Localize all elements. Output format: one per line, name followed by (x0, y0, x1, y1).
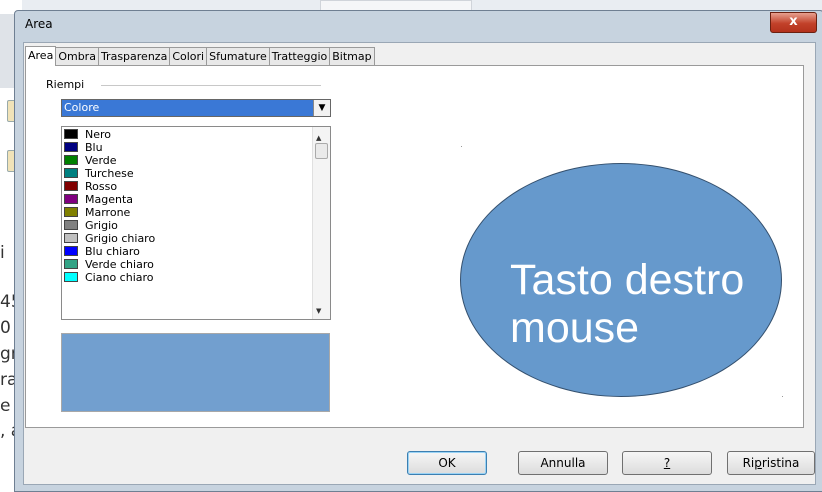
color-name: Marrone (85, 206, 131, 219)
color-name: Verde chiaro (85, 258, 154, 271)
color-name: Verde (85, 154, 117, 167)
dialog-title: Area (25, 17, 53, 31)
cancel-button[interactable]: Annulla (518, 451, 608, 475)
fill-type-value: Colore (64, 101, 100, 114)
color-name: Grigio (85, 219, 118, 232)
help-button[interactable]: ? (622, 451, 712, 475)
color-items: Nero Blu Verde Turchese Rosso Magenta Marrone G… (62, 128, 314, 284)
dialog-client-area: Area Ombra Trasparenza Colori Sfumature … (23, 42, 816, 485)
color-list-item[interactable]: Turchese (62, 167, 314, 180)
color-list-item[interactable]: Magenta (62, 193, 314, 206)
close-icon: x (789, 14, 798, 29)
color-swatch-icon (64, 181, 78, 191)
help-button-label: ? (663, 456, 671, 470)
color-list-item[interactable]: Nero (62, 128, 314, 141)
reset-label-suffix: ristina (761, 456, 800, 470)
preview-corner-marker (461, 146, 462, 147)
close-button[interactable]: x (770, 12, 817, 33)
color-name: Nero (85, 128, 112, 141)
tab-colori[interactable]: Colori (169, 47, 208, 65)
tab-bitmap[interactable]: Bitmap (329, 47, 375, 65)
color-name: Blu chiaro (85, 245, 140, 258)
dialog-button-row: OK Annulla ? Ripristina (24, 451, 815, 481)
color-swatch-icon (64, 259, 78, 269)
tab-trasparenza[interactable]: Trasparenza (97, 47, 171, 65)
color-list-item[interactable]: Ciano chiaro (62, 271, 314, 284)
color-swatch-icon (64, 272, 78, 282)
color-list-item[interactable]: Grigio (62, 219, 314, 232)
tab-tratteggio[interactable]: Tratteggio (268, 47, 331, 65)
color-list-item[interactable]: Marrone (62, 206, 314, 219)
tab-ombra[interactable]: Ombra (55, 47, 99, 65)
color-list-scrollbar[interactable]: ▲ ▼ (312, 127, 330, 319)
ok-button[interactable]: OK (407, 451, 487, 475)
color-swatch-icon (64, 168, 78, 178)
color-swatch-icon (64, 155, 78, 165)
reset-button[interactable]: Ripristina (727, 451, 815, 475)
fill-group-label: Riempi (46, 78, 89, 91)
color-name: Blu (85, 141, 103, 154)
color-swatch-icon (64, 220, 78, 230)
color-swatch-icon (64, 142, 78, 152)
scroll-thumb[interactable] (315, 143, 328, 159)
color-name: Rosso (85, 180, 118, 193)
scroll-up-icon[interactable]: ▲ (316, 134, 321, 142)
reset-label-prefix: Ri (742, 456, 755, 470)
scroll-down-icon[interactable]: ▼ (316, 307, 321, 315)
shape-text: Tasto destro mouse (510, 256, 790, 352)
preview-corner-marker (782, 396, 783, 397)
color-name: Ciano chiaro (85, 271, 154, 284)
tab-sfumature[interactable]: Sfumature (206, 47, 270, 65)
fill-preview (61, 333, 330, 412)
color-name: Turchese (85, 167, 134, 180)
color-list-item[interactable]: Blu chiaro (62, 245, 314, 258)
fill-type-select[interactable]: Colore ▼ (61, 99, 331, 117)
area-dialog: Area x Area Ombra Trasparenza Colori Sfu… (14, 10, 822, 492)
chevron-down-icon[interactable]: ▼ (313, 100, 330, 116)
group-divider (101, 85, 321, 86)
shape-text-line: Tasto destro (510, 256, 745, 304)
color-swatch-icon (64, 129, 78, 139)
shape-text-line: mouse (510, 304, 640, 352)
color-swatch-icon (64, 246, 78, 256)
background-text-line: i (0, 243, 5, 263)
color-swatch-icon (64, 207, 78, 217)
color-list-item[interactable]: Verde (62, 154, 314, 167)
reset-label-mnemonic: p (754, 456, 762, 470)
tab-bar: Area Ombra Trasparenza Colori Sfumature … (25, 46, 375, 66)
color-swatch-icon (64, 233, 78, 243)
color-name: Grigio chiaro (85, 232, 156, 245)
dialog-titlebar[interactable]: Area x (15, 11, 822, 41)
color-list-item[interactable]: Grigio chiaro (62, 232, 314, 245)
color-list[interactable]: Nero Blu Verde Turchese Rosso Magenta Marrone G… (61, 126, 331, 320)
color-list-item[interactable]: Rosso (62, 180, 314, 193)
color-swatch-icon (64, 194, 78, 204)
area-tab-panel: Riempi Colore ▼ Nero Blu Verde Turchese Ross… (25, 65, 804, 428)
color-name: Magenta (85, 193, 134, 206)
color-list-item[interactable]: Blu (62, 141, 314, 154)
tab-area[interactable]: Area (25, 46, 57, 66)
color-list-item[interactable]: Verde chiaro (62, 258, 314, 271)
